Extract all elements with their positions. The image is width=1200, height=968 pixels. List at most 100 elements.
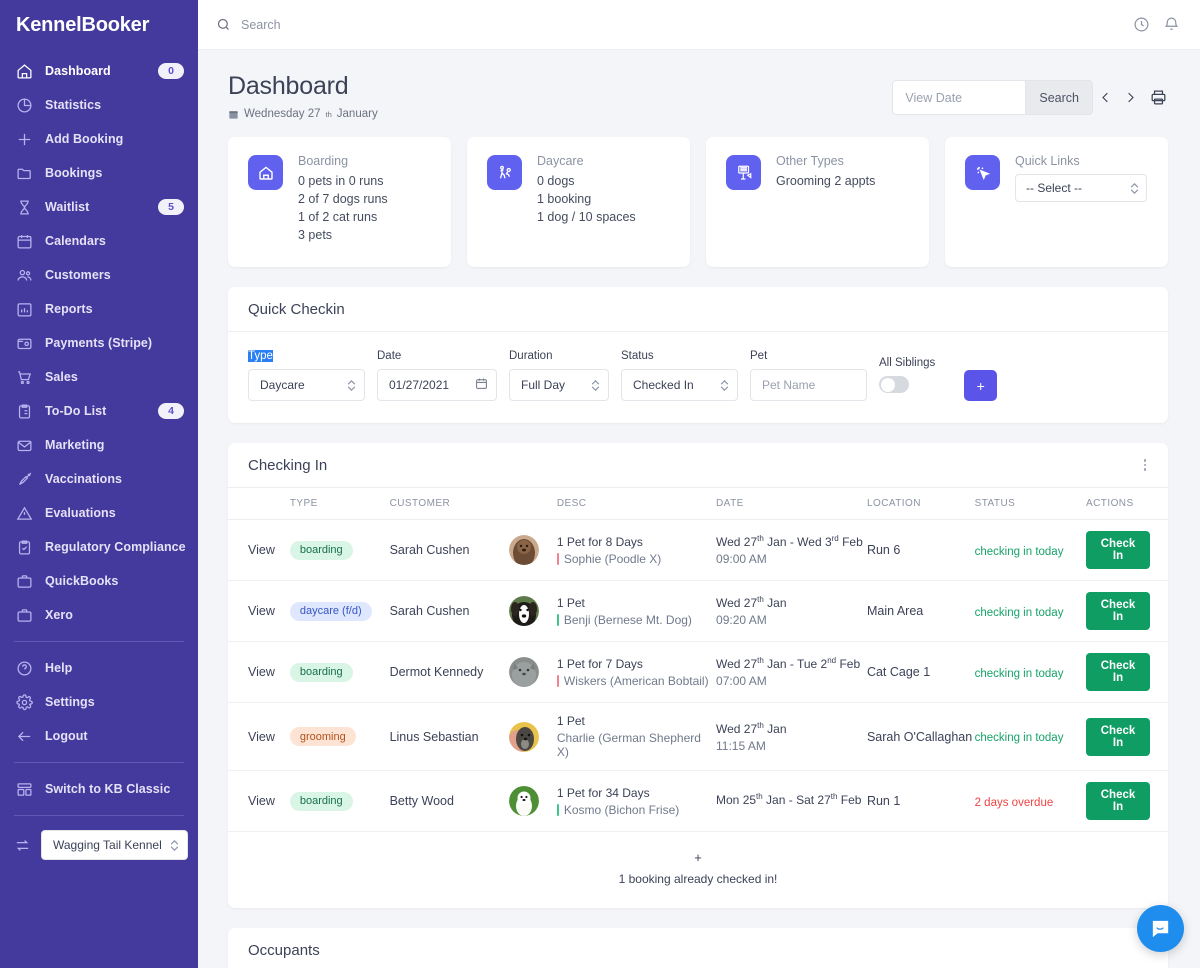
pet-avatar bbox=[509, 786, 540, 816]
sidebar-item-reports[interactable]: Reports bbox=[0, 292, 198, 326]
sidebar-item-vaccinations[interactable]: Vaccinations bbox=[0, 462, 198, 496]
sidebar-item-label: Payments (Stripe) bbox=[45, 336, 153, 350]
sidebar-item-todo-list[interactable]: To-Do List 4 bbox=[0, 394, 198, 428]
date-pre: Wed 27 bbox=[716, 657, 758, 671]
check-in-button[interactable]: Check In bbox=[1086, 717, 1150, 756]
duration-select[interactable]: Full Day bbox=[509, 369, 609, 401]
all-siblings-label: All Siblings bbox=[879, 357, 936, 369]
sidebar-item-marketing[interactable]: Marketing bbox=[0, 428, 198, 462]
sidebar-item-add-booking[interactable]: Add Booking bbox=[0, 122, 198, 156]
sidebar-item-evaluations[interactable]: Evaluations bbox=[0, 496, 198, 530]
view-link[interactable]: View bbox=[248, 665, 275, 679]
sidebar-item-regulatory-compliance[interactable]: Regulatory Compliance bbox=[0, 530, 198, 564]
kennel-select[interactable]: Wagging Tail Kennel bbox=[41, 830, 188, 860]
sidebar-item-settings[interactable]: Settings bbox=[0, 685, 198, 719]
checking-in-table: TYPE CUSTOMER DESC DATE LOCATION STATUS … bbox=[228, 488, 1168, 832]
date-input[interactable]: 01/27/2021 bbox=[377, 369, 497, 401]
chat-bubble-icon[interactable] bbox=[1137, 905, 1184, 952]
pet-name-input[interactable]: Pet Name bbox=[750, 369, 867, 401]
house-icon bbox=[248, 155, 283, 190]
check-in-button[interactable]: Check In bbox=[1086, 782, 1150, 820]
date-line-1: Mon 25th Jan - Sat 27th Feb bbox=[716, 792, 867, 807]
dog-walk-icon bbox=[487, 155, 522, 190]
date-search-button[interactable]: Search bbox=[1025, 80, 1093, 115]
view-link[interactable]: View bbox=[248, 604, 275, 618]
sidebar-item-label: Vaccinations bbox=[45, 472, 123, 486]
sidebar-item-dashboard[interactable]: Dashboard 0 bbox=[0, 54, 198, 88]
view-link[interactable]: View bbox=[248, 794, 275, 808]
sidebar-item-waitlist[interactable]: Waitlist 5 bbox=[0, 190, 198, 224]
all-siblings-toggle[interactable] bbox=[879, 376, 909, 393]
clock-icon[interactable] bbox=[1133, 16, 1150, 33]
table-row[interactable]: View daycare (f/d) Sarah Cushen 1 Pet Be… bbox=[228, 580, 1168, 642]
sidebar-item-bookings[interactable]: Bookings bbox=[0, 156, 198, 190]
topbar bbox=[198, 0, 1200, 50]
add-checkin-button[interactable]: + bbox=[964, 370, 998, 401]
check-in-button[interactable]: Check In bbox=[1086, 592, 1150, 630]
stat-card-line: 2 of 7 dogs runs bbox=[298, 192, 388, 206]
sidebar-item-sales[interactable]: Sales bbox=[0, 360, 198, 394]
table-row[interactable]: View boarding Betty Wood 1 Pet for 34 Da… bbox=[228, 770, 1168, 832]
sidebar-item-calendars[interactable]: Calendars bbox=[0, 224, 198, 258]
sidebar-item-label: Evaluations bbox=[45, 506, 116, 520]
print-icon[interactable] bbox=[1149, 88, 1168, 107]
sidebar-item-logout[interactable]: Logout bbox=[0, 719, 198, 753]
stat-card-body: Boarding 0 pets in 0 runs 2 of 7 dogs ru… bbox=[298, 153, 388, 267]
desc-line-2: Benji (Bernese Mt. Dog) bbox=[556, 613, 716, 627]
card-payment-icon bbox=[16, 335, 33, 352]
sidebar-item-xero[interactable]: Xero bbox=[0, 598, 198, 632]
status-select[interactable]: Checked In bbox=[621, 369, 738, 401]
bell-icon[interactable] bbox=[1163, 16, 1180, 33]
desc-line-1: 1 Pet for 8 Days bbox=[556, 534, 643, 549]
brand-logo[interactable]: KennelBooker bbox=[0, 0, 198, 50]
checking-in-header: Checking In bbox=[228, 443, 1168, 488]
calendar-icon[interactable] bbox=[475, 377, 488, 393]
view-link[interactable]: View bbox=[248, 730, 275, 744]
sidebar-item-payments-stripe[interactable]: Payments (Stripe) bbox=[0, 326, 198, 360]
next-day-icon[interactable] bbox=[1118, 89, 1143, 106]
expand-more-button[interactable]: + bbox=[228, 850, 1168, 865]
sidebar-item-customers[interactable]: Customers bbox=[0, 258, 198, 292]
checking-in-panel: Checking In TYPE CUSTOMER DESC DATE LOCA… bbox=[228, 443, 1168, 908]
topbar-icons bbox=[1133, 16, 1180, 33]
stat-card-body: Daycare 0 dogs 1 booking 1 dog / 10 spac… bbox=[537, 153, 636, 267]
status-badge: checking in today bbox=[974, 667, 1064, 680]
kennel-switcher-row: Wagging Tail Kennel bbox=[0, 825, 198, 865]
chevron-updown-icon bbox=[720, 379, 729, 391]
sidebar-item-help[interactable]: Help bbox=[0, 651, 198, 685]
view-date-input[interactable] bbox=[892, 80, 1026, 115]
type-select[interactable]: Daycare bbox=[248, 369, 365, 401]
global-search[interactable] bbox=[216, 17, 1133, 32]
table-row[interactable]: View grooming Linus Sebastian 1 Pet Char… bbox=[228, 702, 1168, 771]
more-options-icon[interactable] bbox=[1143, 459, 1146, 471]
sidebar-item-label: Switch to KB Classic bbox=[45, 782, 171, 796]
shopping-cart-icon bbox=[16, 369, 33, 386]
sidebar-item-statistics[interactable]: Statistics bbox=[0, 88, 198, 122]
status-badge: checking in today bbox=[974, 732, 1064, 744]
customer-name: Betty Wood bbox=[389, 794, 454, 808]
check-in-button[interactable]: Check In bbox=[1086, 653, 1150, 691]
date-sup2: rd bbox=[831, 534, 839, 543]
prev-day-icon[interactable] bbox=[1093, 89, 1118, 106]
stat-card-daycare: Daycare 0 dogs 1 booking 1 dog / 10 spac… bbox=[467, 137, 690, 267]
table-header-row: TYPE CUSTOMER DESC DATE LOCATION STATUS … bbox=[228, 488, 1168, 520]
stat-card-body: Other Types Grooming 2 appts bbox=[776, 153, 875, 267]
col-date: DATE bbox=[716, 488, 867, 520]
arrow-left-icon bbox=[16, 728, 33, 745]
quick-checkin-panel: Quick Checkin Type Daycare Date 01/27/20… bbox=[228, 287, 1168, 423]
col-customer: CUSTOMER bbox=[389, 488, 510, 520]
quick-links-select[interactable]: -- Select -- bbox=[1015, 174, 1147, 202]
status-select-value: Checked In bbox=[633, 378, 694, 392]
duration-select-value: Full Day bbox=[521, 378, 566, 392]
sidebar-item-switch-to-kb-classic[interactable]: Switch to KB Classic bbox=[0, 772, 198, 806]
view-link[interactable]: View bbox=[248, 543, 275, 557]
search-input[interactable] bbox=[241, 17, 541, 32]
check-in-button[interactable]: Check In bbox=[1086, 531, 1150, 569]
table-row[interactable]: View boarding Sarah Cushen 1 Pet for 8 D… bbox=[228, 519, 1168, 581]
stat-card-title: Boarding bbox=[298, 154, 349, 168]
status-badge: 2 days overdue bbox=[974, 796, 1054, 809]
switch-arrows-icon bbox=[14, 837, 31, 854]
sidebar-item-quickbooks[interactable]: QuickBooks bbox=[0, 564, 198, 598]
table-row[interactable]: View boarding Dermot Kennedy 1 Pet for 7… bbox=[228, 641, 1168, 703]
date-end: Feb bbox=[837, 793, 862, 807]
